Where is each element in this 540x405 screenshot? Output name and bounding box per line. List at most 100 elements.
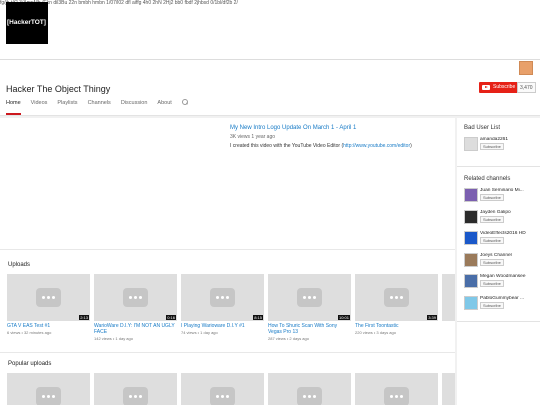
related-channel-item[interactable]: Jayden Galipo Subscribe [464, 209, 538, 224]
video-meta: 142 views • 1 day ago [94, 336, 133, 341]
featured-video-meta: 3K views 1 year ago [230, 134, 276, 140]
related-channels-title: Related channels [464, 176, 511, 182]
featured-video-title[interactable]: My New Intro Logo Update On March 1 - Ap… [230, 125, 450, 131]
placeholder-dots-icon [384, 288, 409, 307]
placeholder-dots-icon [123, 288, 148, 307]
related-channel-item[interactable]: PabloGummybear ... Subscribe [464, 295, 538, 310]
video-thumbnail[interactable]: 3:39 [355, 274, 438, 321]
featured-video-player[interactable] [6, 123, 221, 244]
video-duration: 2:13 [79, 315, 89, 320]
tab-channels[interactable]: Channels [88, 100, 111, 115]
video-meta: 6 views • 32 minutes ago [7, 330, 52, 335]
bad-user-item[interactable]: amanda2261 Subscribe [464, 137, 538, 151]
subscribe-button[interactable]: Subscribe [480, 194, 504, 201]
related-channel-item[interactable]: Megan Woodmansee Subscribe [464, 274, 538, 288]
video-card[interactable] [181, 373, 264, 405]
video-card[interactable] [355, 373, 438, 405]
video-card[interactable] [94, 373, 177, 405]
divider [0, 352, 455, 353]
channel-avatar-icon[interactable] [464, 209, 478, 224]
video-card[interactable]: 10:01 How To Shuric Scan With Sony Vegas… [268, 274, 351, 341]
video-title[interactable]: How To Shuric Scan With Sony Vegas Pro 1… [268, 323, 351, 335]
user-avatar-icon[interactable] [464, 137, 478, 151]
channel-tabs: Home Videos Playlists Channels Discussio… [6, 99, 198, 115]
placeholder-dots-icon [210, 387, 235, 405]
subscribe-button[interactable]: Subscribe [480, 215, 504, 223]
video-card[interactable]: 0:16 WarioWare D.I.Y: I'M NOT AN UGLY FA… [94, 274, 177, 341]
video-card[interactable]: 2:13 GTA V EAS Test #1 6 views • 32 minu… [7, 274, 90, 341]
partial-video-thumbnail[interactable] [442, 373, 455, 405]
subscribe-button-label: Subscribe [493, 84, 516, 90]
video-card[interactable] [268, 373, 351, 405]
editor-link[interactable]: http://www.youtube.com/editor [343, 143, 410, 149]
subscribe-button[interactable]: Subscribe [480, 237, 504, 244]
video-duration: 3:39 [427, 315, 437, 320]
subscribe-button[interactable]: Subscribe [479, 82, 520, 93]
partial-video-thumbnail[interactable] [442, 274, 455, 321]
video-thumbnail[interactable]: 2:13 [7, 274, 90, 321]
video-card[interactable]: 3:39 The First Toontastic 220 views • 3 … [355, 274, 438, 341]
video-title[interactable]: The First Toontastic [355, 323, 438, 329]
video-meta: 74 views • 1 day ago [181, 330, 218, 335]
tab-about[interactable]: About [157, 100, 171, 115]
uploads-row: 2:13 GTA V EAS Test #1 6 views • 32 minu… [7, 274, 442, 341]
related-channel-item[interactable]: Juan Seminario Mi... Subscribe [464, 188, 538, 202]
subscribe-button[interactable]: Subscribe [480, 258, 504, 266]
user-avatar[interactable] [519, 61, 533, 75]
related-channel-name[interactable]: Joeys Channel [480, 253, 538, 258]
channel-avatar-icon[interactable] [464, 274, 478, 288]
youtube-play-icon [482, 85, 490, 90]
related-channels-card: Related channels Juan Seminario Mi... Sub… [457, 169, 540, 322]
subscribe-button[interactable]: Subscribe [480, 280, 504, 287]
video-thumbnail[interactable] [355, 373, 438, 405]
related-channel-name[interactable]: Megan Woodmansee [480, 274, 538, 279]
video-thumbnail[interactable] [268, 373, 351, 405]
sidebar: Bad User List amanda2261 Subscribe Relat… [457, 118, 540, 405]
channel-avatar-icon[interactable] [464, 231, 478, 245]
channel-banner: fg/jh t/t2 3/AmnMb /Ekn dil3Bu 22n bmbh … [0, 0, 540, 60]
video-title[interactable]: I Playing Warioware D.I.Y #1 [181, 323, 264, 329]
description-suffix: ) [410, 143, 412, 149]
video-card[interactable] [7, 373, 90, 405]
tab-playlists[interactable]: Playlists [57, 100, 77, 115]
popular-uploads-row [7, 373, 442, 405]
video-duration: 10:01 [337, 315, 350, 320]
related-channel-item[interactable]: VideoEffects2016 HD Subscribe [464, 231, 538, 245]
video-card[interactable]: 8:15 I Playing Warioware D.I.Y #1 74 vie… [181, 274, 264, 341]
related-channel-name[interactable]: Jayden Galipo [480, 210, 538, 215]
video-thumbnail[interactable] [181, 373, 264, 405]
tab-home[interactable]: Home [6, 100, 21, 115]
subscribe-button[interactable]: Subscribe [480, 143, 504, 150]
related-channel-name[interactable]: VideoEffects2016 HD [480, 231, 538, 236]
placeholder-dots-icon [297, 288, 322, 307]
main-content: My New Intro Logo Update On March 1 - Ap… [0, 118, 455, 405]
divider [0, 249, 455, 250]
channel-avatar-icon[interactable] [464, 188, 478, 202]
subscribe-button[interactable]: Subscribe [480, 301, 504, 309]
video-thumbnail[interactable]: 0:16 [94, 274, 177, 321]
channel-avatar-icon[interactable] [464, 295, 478, 310]
placeholder-dots-icon [123, 387, 148, 405]
placeholder-dots-icon [210, 288, 235, 307]
uploads-section-title[interactable]: Uploads [8, 262, 30, 268]
video-meta: 220 views • 3 days ago [355, 330, 396, 335]
video-title[interactable]: WarioWare D.I.Y: I'M NOT AN UGLY FACE [94, 323, 177, 335]
related-channel-item[interactable]: Joeys Channel Subscribe [464, 252, 538, 267]
search-icon[interactable] [181, 99, 188, 106]
tab-videos[interactable]: Videos [31, 100, 48, 115]
related-channel-name[interactable]: Juan Seminario Mi... [480, 188, 538, 193]
related-channel-name[interactable]: PabloGummybear ... [480, 296, 538, 301]
video-thumbnail[interactable] [94, 373, 177, 405]
channel-logo[interactable]: [HackerTOT] [6, 2, 48, 44]
placeholder-dots-icon [36, 387, 61, 405]
bad-user-list-title: Bad User List [464, 125, 501, 131]
video-thumbnail[interactable] [7, 373, 90, 405]
video-thumbnail[interactable]: 8:15 [181, 274, 264, 321]
placeholder-dots-icon [384, 387, 409, 405]
video-title[interactable]: GTA V EAS Test #1 [7, 323, 90, 329]
video-thumbnail[interactable]: 10:01 [268, 274, 351, 321]
popular-uploads-section-title[interactable]: Popular uploads [8, 361, 51, 367]
bad-user-name[interactable]: amanda2261 [480, 137, 538, 142]
channel-avatar-icon[interactable] [464, 252, 478, 267]
tab-discussion[interactable]: Discussion [121, 100, 148, 115]
